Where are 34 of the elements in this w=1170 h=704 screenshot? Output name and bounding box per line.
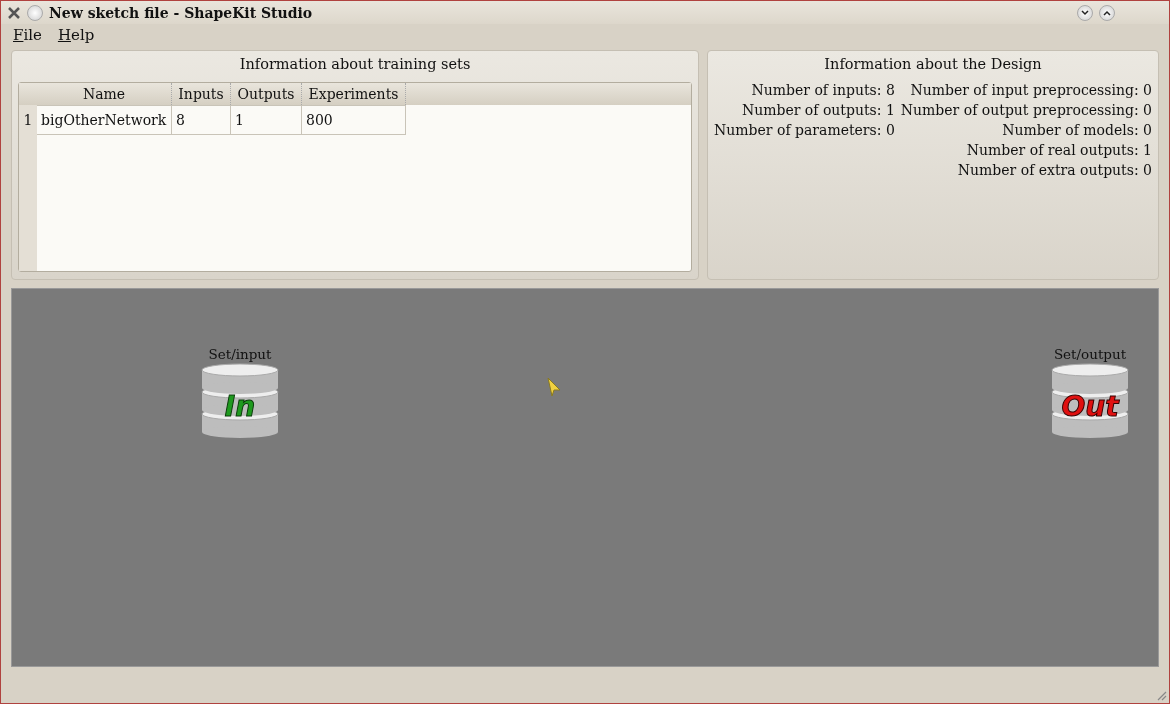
table-cell[interactable]: 1 — [231, 105, 302, 135]
column-header[interactable]: Outputs — [231, 83, 302, 105]
node-label: Set/output — [1053, 346, 1127, 362]
column-header[interactable]: Inputs — [172, 83, 231, 105]
chevron-down-icon — [1081, 9, 1089, 16]
panel-title: Information about training sets — [238, 56, 472, 72]
design-stat: Number of outputs: 1 — [741, 102, 895, 118]
badge-text: In — [224, 390, 256, 423]
column-header[interactable]: Name — [37, 83, 172, 105]
node-label: Set/input — [208, 346, 272, 362]
header-corner — [19, 83, 37, 105]
menu-item[interactable]: Help — [57, 26, 95, 44]
design-stat: Number of inputs: 8 — [751, 82, 895, 98]
design-stat: Number of extra outputs: 0 — [957, 162, 1152, 178]
pointer-icon — [547, 377, 561, 397]
badge-text: Out — [1061, 390, 1119, 423]
design-stat: Number of input preprocessing: 0 — [910, 82, 1152, 98]
resize-grip-icon[interactable] — [1155, 689, 1167, 701]
design-stat: Number of real outputs: 1 — [966, 142, 1152, 158]
minimize-button[interactable] — [1077, 4, 1093, 21]
menu-item[interactable]: File — [13, 26, 42, 44]
column-header[interactable]: Experiments — [302, 83, 406, 105]
table-cell[interactable]: 8 — [172, 105, 231, 135]
row-number: 1 — [19, 105, 37, 135]
chevron-up-icon — [1103, 9, 1111, 16]
table-cell[interactable]: 800 — [302, 105, 406, 135]
design-stat: Number of models: 0 — [1002, 122, 1152, 138]
window-title: New sketch file - ShapeKit Studio — [49, 4, 313, 21]
app-icon — [7, 5, 21, 20]
design-stat: Number of parameters: 0 — [714, 122, 895, 138]
panel-title: Information about the Design — [823, 56, 1043, 72]
design-stat: Number of output preprocessing: 0 — [900, 102, 1152, 118]
maximize-button[interactable] — [1099, 4, 1115, 21]
table-cell[interactable]: bigOtherNetwork — [37, 105, 172, 135]
